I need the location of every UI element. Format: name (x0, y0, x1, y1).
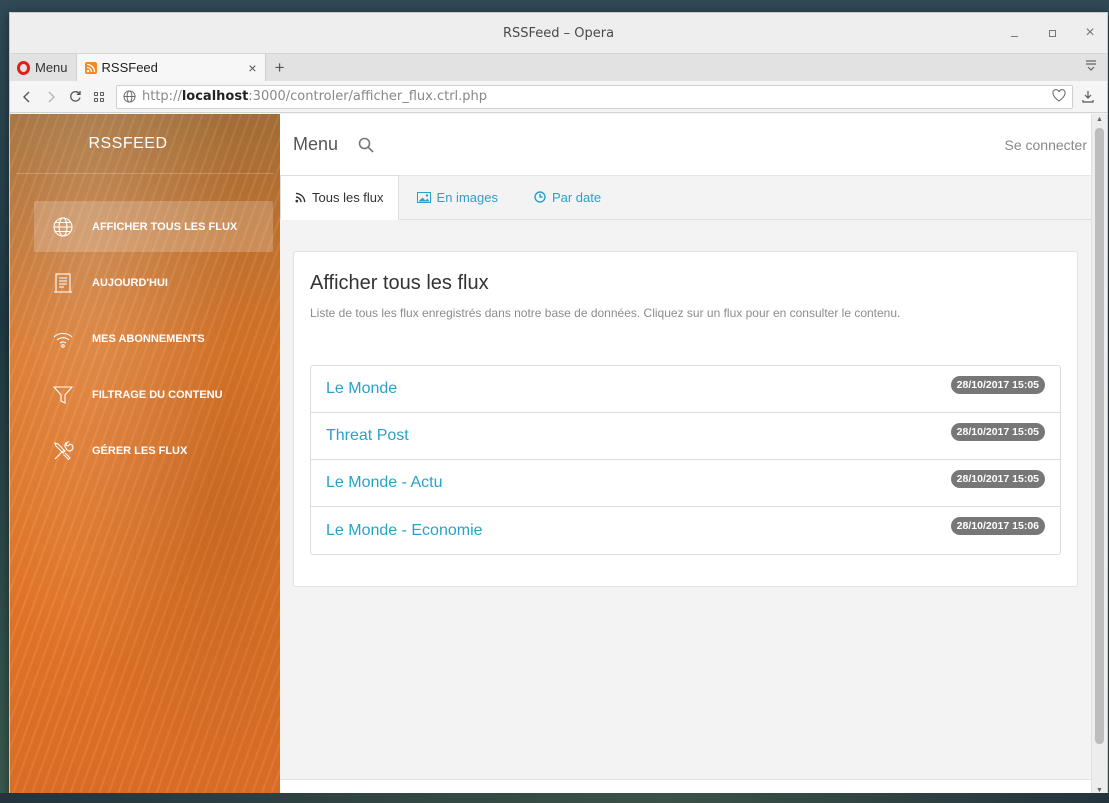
window-title: RSSFeed – Opera (502, 25, 615, 41)
forward-button[interactable] (40, 86, 62, 108)
login-link[interactable]: Se connecter (1005, 137, 1088, 153)
globe-security-icon (123, 90, 136, 103)
desktop-background (0, 793, 1109, 803)
sidebar-item-gerer-les-flux[interactable]: GÉRER LES FLUX (34, 425, 273, 476)
sidebar-item-afficher-tous-les-flux[interactable]: AFFICHER TOUS LES FLUX (34, 201, 273, 252)
opera-menu-button[interactable]: Menu (10, 54, 76, 81)
feed-name-link[interactable]: Threat Post (326, 427, 409, 445)
url-scheme: http:// (142, 89, 182, 104)
date-badge: 28/10/2017 15:06 (950, 517, 1045, 535)
browser-window: RSSFeed – Opera × Menu RSSFeed × + http:… (9, 12, 1108, 798)
new-tab-button[interactable]: + (266, 54, 294, 81)
rss-favicon-icon (84, 61, 97, 74)
sidebar-item-filtrage-du-contenu[interactable]: FILTRAGE DU CONTENU (34, 369, 273, 420)
feed-name-link[interactable]: Le Monde - Economie (326, 522, 483, 540)
speed-dial-button[interactable] (88, 86, 110, 108)
opera-logo-icon (17, 60, 30, 75)
reload-button[interactable] (64, 86, 86, 108)
sidebar-item-mes-abonnements[interactable]: MES ABONNEMENTS (34, 313, 273, 364)
page-title: Afficher tous les flux (310, 272, 489, 294)
date-badge: 28/10/2017 15:05 (950, 423, 1045, 441)
date-badge: 28/10/2017 15:05 (950, 470, 1045, 488)
download-button[interactable] (1075, 90, 1101, 103)
feed-list: Le Monde 28/10/2017 15:05 Threat Post 28… (310, 365, 1061, 555)
maximize-button[interactable] (1043, 24, 1061, 42)
list-item[interactable]: Le Monde 28/10/2017 15:05 (311, 366, 1060, 413)
opera-menu-label: Menu (35, 60, 68, 75)
tab-bar: Menu RSSFeed × + (10, 53, 1107, 81)
bookmark-heart-icon[interactable] (1052, 88, 1066, 105)
url-text: http://localhost:3000/controler/afficher… (142, 89, 1046, 104)
tab-menu-icon[interactable] (1085, 58, 1097, 74)
window-controls: × (1005, 13, 1099, 53)
url-field[interactable]: http://localhost:3000/controler/afficher… (116, 84, 1073, 109)
sidebar-nav: AFFICHER TOUS LES FLUX AUJOURD'HUI MES A… (10, 201, 280, 476)
title-bar: RSSFeed – Opera × (10, 13, 1107, 53)
sidebar-item-label: FILTRAGE DU CONTENU (92, 388, 223, 401)
tab-par-date[interactable]: Par date (516, 175, 619, 219)
web-page: RSSFEED AFFICHER TOUS LES FLUX AUJOURD'H… (10, 114, 1107, 797)
close-window-button[interactable]: × (1081, 24, 1099, 42)
sidebar: RSSFEED AFFICHER TOUS LES FLUX AUJOURD'H… (10, 114, 280, 797)
scroll-up-arrow-icon[interactable]: ▲ (1092, 114, 1107, 126)
rss-icon (295, 192, 306, 203)
sidebar-brand[interactable]: RSSFEED (16, 114, 274, 174)
back-button[interactable] (16, 86, 38, 108)
list-item[interactable]: Le Monde - Actu 28/10/2017 15:05 (311, 460, 1060, 507)
clock-icon (534, 191, 546, 203)
url-path: :3000/controler/afficher_flux.ctrl.php (248, 89, 488, 104)
navbar-menu-title[interactable]: Menu (293, 134, 338, 155)
minimize-button[interactable] (1005, 24, 1023, 42)
forward-arrow-icon (48, 91, 55, 102)
search-icon[interactable] (358, 137, 374, 153)
tools-icon (52, 440, 74, 462)
sidebar-item-label: AFFICHER TOUS LES FLUX (92, 220, 238, 233)
sidebar-item-label: GÉRER LES FLUX (92, 444, 188, 457)
main-content: Menu Se connecter Tous les flux En image… (280, 114, 1107, 797)
page-description: Liste de tous les flux enregistrés dans … (310, 306, 901, 320)
image-icon (416, 191, 431, 203)
feed-name-link[interactable]: Le Monde - Actu (326, 474, 443, 492)
list-item[interactable]: Le Monde - Economie 28/10/2017 15:06 (311, 507, 1060, 554)
tab-tous-les-flux[interactable]: Tous les flux (280, 175, 399, 220)
tab-label: En images (436, 189, 498, 205)
document-icon (52, 272, 74, 294)
maximize-icon (1048, 29, 1056, 37)
list-item[interactable]: Threat Post 28/10/2017 15:05 (311, 413, 1060, 460)
tab-close-button[interactable]: × (248, 60, 256, 76)
back-arrow-icon (23, 91, 30, 102)
sidebar-item-aujourdhui[interactable]: AUJOURD'HUI (34, 257, 273, 308)
tab-en-images[interactable]: En images (399, 175, 516, 219)
date-badge: 28/10/2017 15:05 (950, 376, 1045, 394)
filter-icon (52, 384, 74, 406)
tab-label: Tous les flux (312, 190, 384, 205)
sidebar-item-label: MES ABONNEMENTS (92, 332, 205, 345)
address-bar: http://localhost:3000/controler/afficher… (10, 81, 1107, 113)
grid-icon (94, 91, 104, 102)
globe-icon (52, 216, 74, 238)
wifi-icon (52, 328, 74, 350)
url-host: localhost (181, 89, 249, 104)
reload-icon (69, 91, 81, 102)
minimize-icon (1010, 35, 1018, 37)
tab-title: RSSFeed (101, 60, 158, 75)
sidebar-item-label: AUJOURD'HUI (92, 276, 168, 289)
vertical-scrollbar[interactable]: ▲ ▼ (1091, 114, 1107, 797)
feed-name-link[interactable]: Le Monde (326, 380, 397, 398)
top-navbar: Menu Se connecter (280, 114, 1107, 176)
tab-label: Par date (551, 189, 602, 205)
download-icon (1082, 91, 1094, 103)
content-tabs: Tous les flux En images Par date (280, 175, 1107, 220)
feeds-panel: Afficher tous les flux Liste de tous les… (293, 251, 1078, 587)
scrollbar-thumb[interactable] (1095, 128, 1104, 744)
browser-tab[interactable]: RSSFeed × (75, 54, 266, 81)
